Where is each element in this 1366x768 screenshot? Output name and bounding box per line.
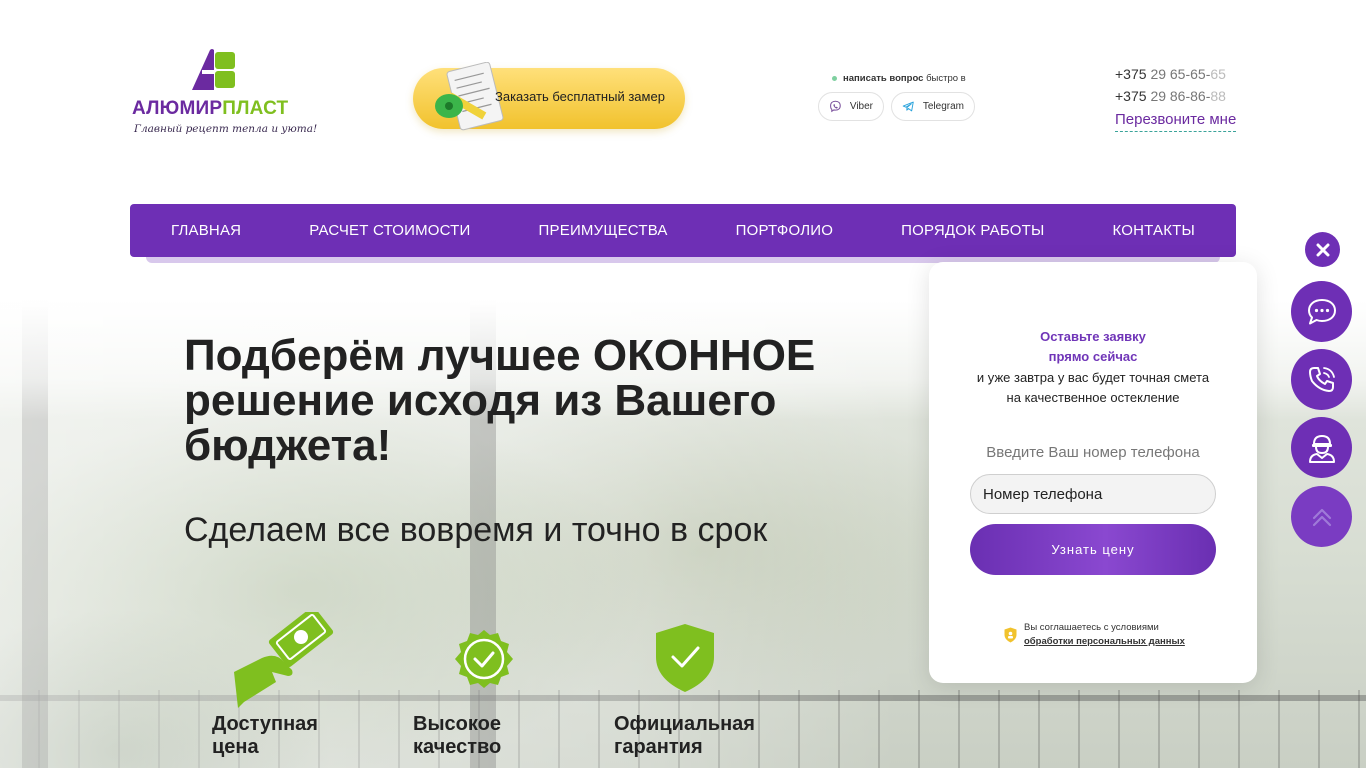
privacy-consent-text: Вы соглашаетесь с условиями — [1024, 622, 1159, 633]
background-fade — [0, 250, 900, 768]
form-description: на качественное остекление — [1006, 390, 1180, 405]
viber-button[interactable]: Viber — [818, 92, 884, 121]
site-logo[interactable]: АЛЮМИРПЛАСТ Главный рецепт тепла и уюта! — [132, 48, 317, 140]
hero-title: Подберём лучшее ОКОННОЕ решение исходя и… — [184, 333, 864, 468]
telegram-label: Telegram — [922, 101, 964, 112]
feature-text: Официальная гарантия — [614, 713, 755, 758]
chat-icon — [1307, 298, 1336, 324]
viber-label: Viber — [849, 101, 873, 112]
telegram-icon — [902, 101, 914, 112]
hero-title-line: Подберём лучшее ОКОННОЕ — [184, 331, 816, 380]
phone-number-2[interactable]: +375 29 86-86-88 — [1115, 85, 1226, 107]
guarantee-shield-icon — [656, 624, 714, 692]
get-price-button[interactable]: Узнать цену — [970, 524, 1216, 575]
main-nav: ГЛАВНАЯ РАСЧЕТ СТОИМОСТИ ПРЕИМУЩЕСТВА ПО… — [130, 204, 1236, 257]
hero-title-line: бюджета! — [184, 421, 392, 470]
scroll-to-top-button[interactable] — [1291, 486, 1352, 547]
close-popup-button[interactable] — [1305, 232, 1340, 267]
privacy-consent: Вы соглашаетесь с условиями обработки пе… — [1024, 621, 1185, 649]
form-heading: прямо сейчас — [1048, 349, 1138, 364]
phone-numbers: +375 29 65-65-65 +375 29 86-86-88 — [1115, 63, 1226, 107]
logo-text: АЛЮМИРПЛАСТ — [132, 98, 289, 119]
nav-item-advantages[interactable]: ПРЕИМУЩЕСТВА — [539, 222, 668, 239]
worker-icon — [1308, 434, 1335, 463]
nav-item-contacts[interactable]: КОНТАКТЫ — [1112, 222, 1195, 239]
quality-check-badge-icon — [455, 630, 513, 688]
nav-item-home[interactable]: ГЛАВНАЯ — [171, 222, 241, 239]
call-widget-button[interactable] — [1291, 349, 1352, 410]
order-free-measure-button[interactable]: Заказать бесплатный замер — [413, 62, 685, 131]
feature-text: Доступная цена — [212, 713, 318, 758]
viber-icon — [830, 100, 841, 113]
privacy-shield-icon — [1004, 627, 1017, 643]
close-icon — [1316, 243, 1329, 256]
form-heading: Оставьте заявку — [1040, 329, 1146, 344]
chat-widget-button[interactable] — [1291, 281, 1352, 342]
phone-field-label: Введите Ваш номер телефона — [986, 444, 1200, 461]
nav-item-portfolio[interactable]: ПОРТФОЛИО — [736, 222, 833, 239]
request-form-popup: Оставьте заявку прямо сейчас и уже завтр… — [929, 262, 1257, 683]
privacy-policy-link[interactable]: обработки персональных данных — [1024, 636, 1185, 647]
phone-call-icon — [1308, 366, 1335, 392]
messenger-prompt: написать вопрос быстро в — [832, 73, 966, 84]
nav-item-cost-calculation[interactable]: РАСЧЕТ СТОИМОСТИ — [309, 222, 470, 239]
form-description: и уже завтра у вас будет точная смета — [976, 370, 1210, 385]
logo-window-icon — [192, 49, 235, 90]
feature-text: Высокое качество — [413, 713, 502, 758]
telegram-button[interactable]: Telegram — [891, 92, 975, 121]
order-free-measure-label: Заказать бесплатный замер — [495, 89, 665, 104]
hero-subtitle: Сделаем все вовремя и точно в срок — [184, 511, 768, 549]
logo-slogan: Главный рецепт тепла и уюта! — [134, 123, 318, 135]
hero-title-line: решение исходя из Вашего — [184, 376, 777, 425]
money-hand-icon — [234, 612, 334, 708]
phone-input[interactable] — [970, 474, 1216, 514]
online-dot-icon — [832, 75, 837, 81]
specialist-widget-button[interactable] — [1291, 417, 1352, 478]
nav-item-work-order[interactable]: ПОРЯДОК РАБОТЫ — [901, 222, 1044, 239]
callback-link[interactable]: Перезвоните мне — [1115, 111, 1237, 132]
phone-number-1[interactable]: +375 29 65-65-65 — [1115, 63, 1226, 85]
scroll-up-icon — [1312, 508, 1331, 526]
